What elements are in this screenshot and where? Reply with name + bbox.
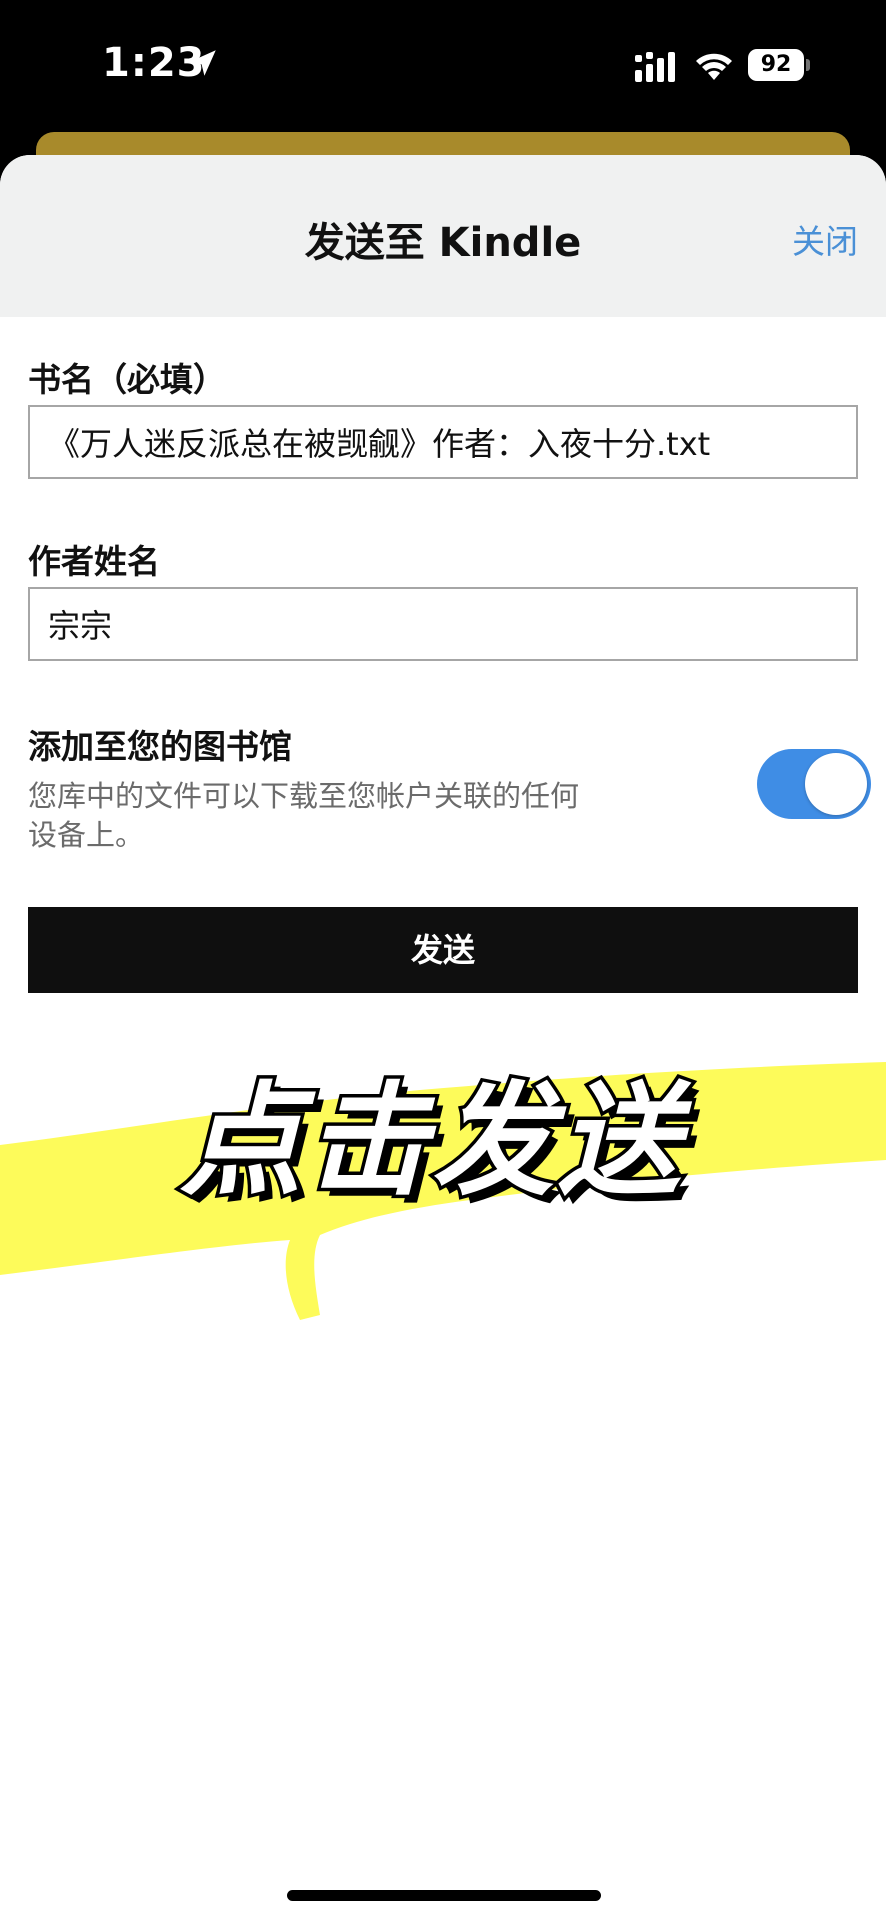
cellular-signal-icon <box>635 52 675 82</box>
author-label: 作者姓名 <box>28 542 160 581</box>
battery-indicator: 92 <box>748 49 810 81</box>
book-title-input[interactable] <box>28 405 858 479</box>
author-input[interactable] <box>28 587 858 661</box>
wifi-icon <box>696 53 732 80</box>
battery-level: 92 <box>748 49 804 81</box>
close-button[interactable]: 关闭 <box>792 215 858 263</box>
status-bar: 1:23 92 <box>0 0 886 140</box>
home-indicator <box>287 1890 601 1901</box>
location-arrow-icon <box>190 50 216 76</box>
sheet-header: 发送至 Kindle 关闭 <box>0 155 886 317</box>
overlay-caption: 点击发送 <box>177 1067 684 1216</box>
book-title-label: 书名（必填） <box>28 360 226 399</box>
battery-cap <box>806 59 810 71</box>
toggle-knob <box>805 753 867 815</box>
send-to-kindle-sheet: 发送至 Kindle 关闭 书名（必填） 作者姓名 添加至您的图书馆 您库中的文… <box>0 155 886 1920</box>
add-to-library-title: 添加至您的图书馆 <box>28 727 292 766</box>
add-to-library-description: 您库中的文件可以下载至您帐户关联的任何设备上。 <box>28 779 580 852</box>
send-button[interactable]: 发送 <box>28 907 858 993</box>
add-to-library-toggle[interactable] <box>757 749 871 819</box>
sheet-title: 发送至 Kindle <box>304 220 582 266</box>
